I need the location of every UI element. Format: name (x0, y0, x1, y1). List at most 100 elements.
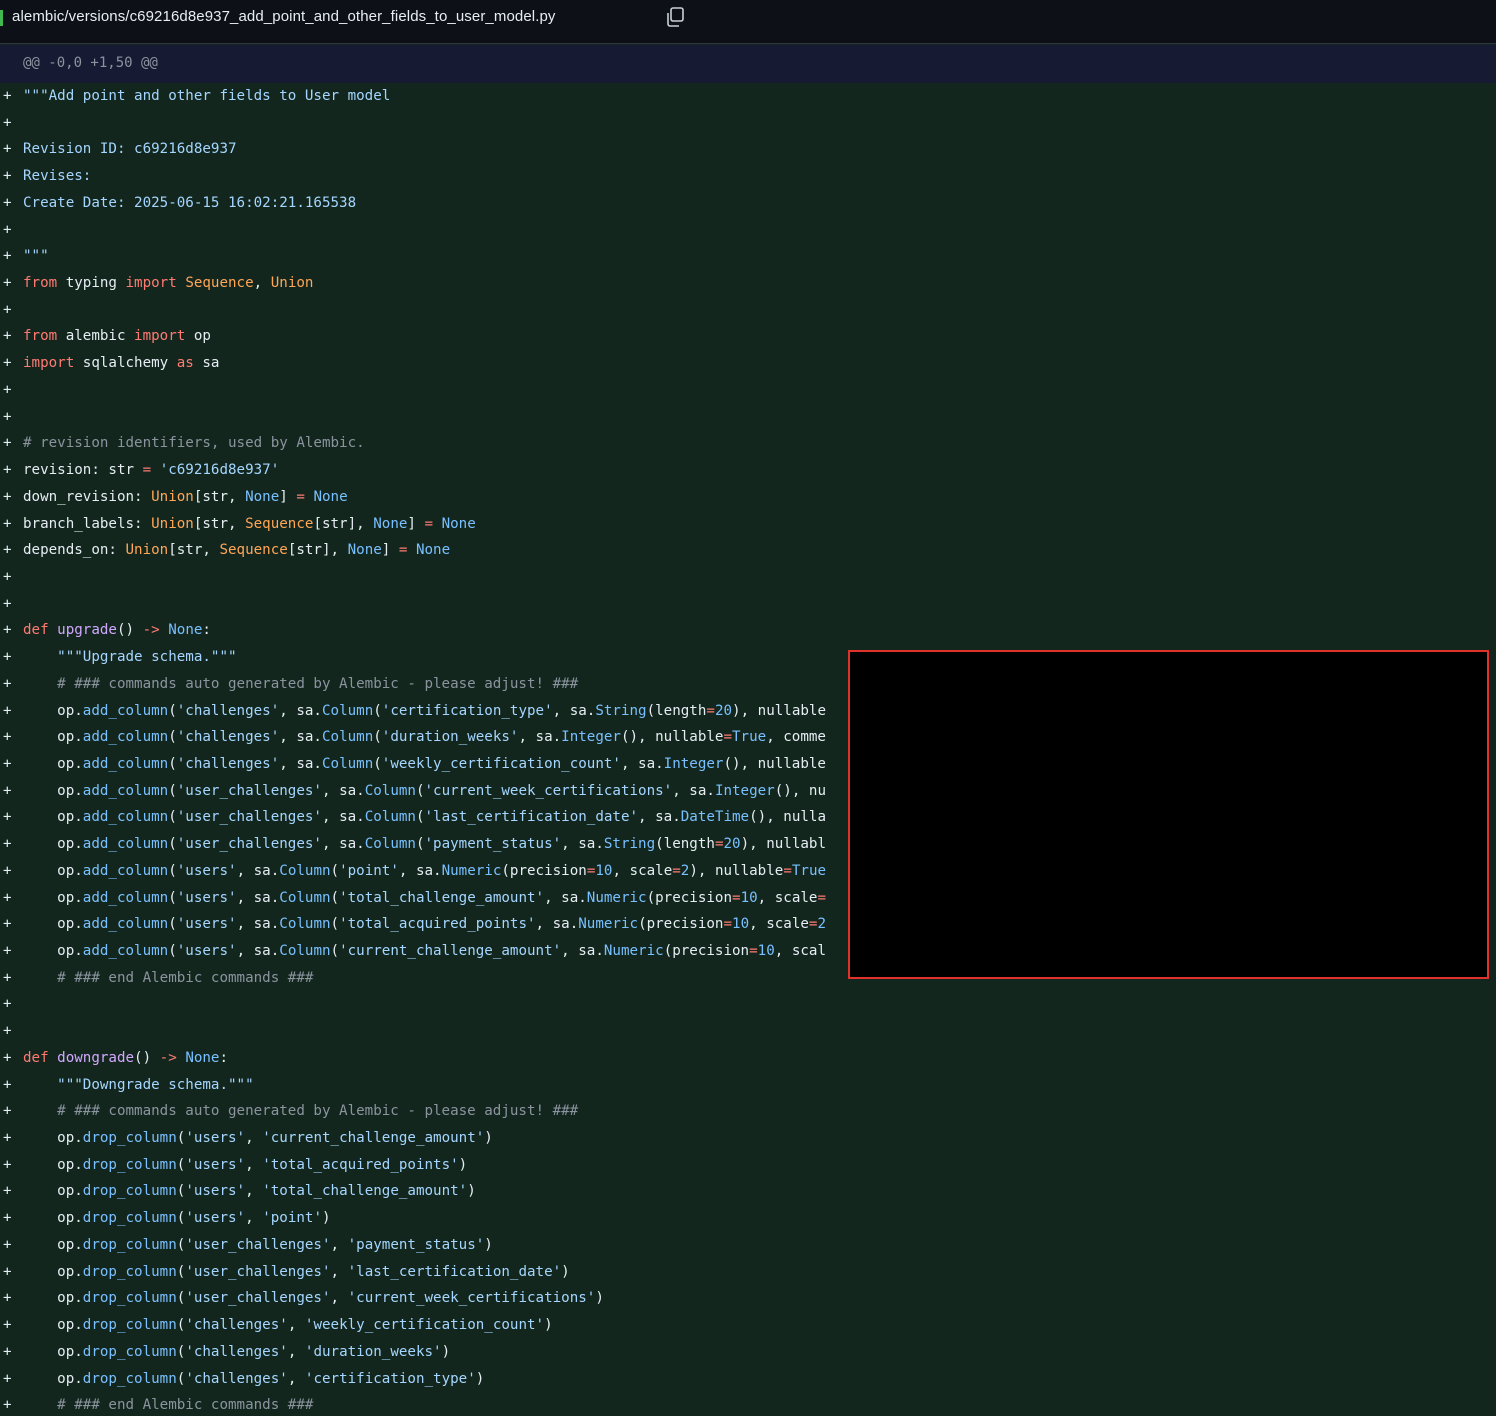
code-token: drop_column (82, 1183, 177, 1200)
code-token: String (595, 702, 647, 719)
code-token: 10 (740, 889, 758, 906)
added-marker: + (3, 141, 12, 158)
code-token: 'users' (185, 1183, 246, 1200)
added-marker: + (3, 996, 12, 1013)
code-token: , (287, 1370, 305, 1387)
diff-line: + op.drop_column('user_challenges', 'pay… (0, 1232, 1496, 1259)
code-token: ) (322, 1210, 331, 1227)
code-token: 'user_challenges' (176, 809, 322, 826)
code-text: op.add_column('user_challenges', sa.Colu… (23, 778, 826, 805)
added-marker: + (3, 1236, 12, 1253)
code-token: , sa. (398, 862, 442, 879)
code-token: 10 (757, 943, 775, 959)
code-token: Column (279, 943, 331, 959)
code-token: ] (407, 515, 425, 532)
code-token: [str, (168, 542, 220, 559)
code-text: op.drop_column('users', 'total_challenge… (23, 1178, 476, 1205)
code-token: 'point' (339, 862, 399, 879)
diff-line: + down_revision: Union[str, None] = None (0, 484, 1496, 511)
code-token: sqlalchemy (74, 355, 177, 372)
code-token: ) (561, 1263, 570, 1280)
code-token: [str, (193, 515, 246, 532)
code-token: Sequence (245, 515, 314, 532)
code-token: Column (364, 809, 416, 826)
code-token: Column (279, 889, 331, 906)
code-token: Union (151, 515, 194, 532)
file-path[interactable]: alembic/versions/c69216d8e937_add_point_… (12, 8, 556, 25)
code-token: downgrade (57, 1049, 135, 1066)
diff-line: + from typing import Sequence, Union (0, 270, 1496, 297)
code-token: Numeric (441, 862, 502, 879)
code-token: ( (330, 862, 340, 879)
code-token: [str], (287, 542, 348, 559)
code-token: down_revision: (23, 488, 152, 505)
added-marker: + (3, 1076, 12, 1093)
code-token: 'user_challenges' (176, 782, 322, 799)
code-token: Sequence (219, 542, 288, 559)
code-text: """Add point and other fields to User mo… (23, 83, 390, 110)
code-token: ( (415, 836, 425, 853)
code-token: ) (484, 1236, 493, 1253)
code-token: None (373, 515, 408, 532)
copy-icon[interactable] (664, 6, 686, 28)
code-token: 'users' (176, 862, 237, 879)
code-token: , sa. (279, 702, 322, 719)
code-text: op.add_column('users', sa.Column('curren… (23, 938, 826, 965)
added-marker: + (3, 1263, 12, 1280)
code-token: # ### end Alembic commands ### (57, 969, 314, 986)
code-token: 'total_challenge_amount' (339, 889, 545, 906)
code-token: , sa. (321, 782, 365, 799)
code-token: None (313, 488, 348, 505)
code-token: # revision identifiers, used by Alembic. (23, 435, 365, 452)
diff-line: + op.drop_column('challenges', 'certific… (0, 1366, 1496, 1393)
added-marker: + (3, 862, 12, 879)
code-token: 2 (817, 916, 827, 933)
added-marker: + (3, 542, 12, 559)
hunk-range: @@ -0,0 +1,50 @@ (23, 55, 158, 71)
diff-line: + import sqlalchemy as sa (0, 350, 1496, 377)
code-token: import (23, 355, 75, 372)
code-text: revision: str = 'c69216d8e937' (23, 457, 279, 484)
code-token: , sa. (279, 755, 322, 772)
code-token: = (672, 862, 681, 879)
code-token: , sa. (544, 889, 587, 906)
code-text: op.add_column('users', sa.Column('total_… (23, 885, 826, 912)
code-text: # ### end Alembic commands ### (23, 965, 313, 992)
added-marker: + (3, 836, 12, 853)
code-token: Column (364, 836, 416, 853)
code-token: # ### commands auto generated by Alembic… (57, 1103, 579, 1120)
added-marker: + (3, 515, 12, 532)
hunk-header: @@ -0,0 +1,50 @@ (0, 45, 1496, 83)
added-marker: + (3, 1049, 12, 1066)
code-token: (), nullable (620, 729, 724, 746)
code-token: """Downgrade schema.""" (57, 1076, 254, 1093)
code-token: ) (484, 1130, 493, 1147)
diff-line: + op.drop_column('users', 'total_acquire… (0, 1152, 1496, 1179)
added-marker: + (3, 1183, 12, 1200)
code-token: 'point' (262, 1210, 322, 1227)
code-token: = (723, 729, 733, 746)
added-marker: + (3, 1343, 12, 1360)
code-token: 'user_challenges' (185, 1263, 331, 1280)
code-token: , (330, 1263, 348, 1280)
code-token: drop_column (82, 1236, 177, 1253)
code-token: op. (23, 729, 83, 746)
code-token: Numeric (586, 889, 647, 906)
code-token: alembic (57, 328, 135, 345)
code-token: 'current_challenge_amount' (339, 943, 562, 959)
code-token: op. (23, 916, 83, 933)
diff-line: + def downgrade() -> None: (0, 1045, 1496, 1072)
code-token: 'users' (185, 1156, 246, 1173)
diff-line: + (0, 1018, 1496, 1045)
added-marker: + (3, 729, 12, 746)
code-token: (precision (638, 916, 724, 933)
code-token: ( (168, 782, 177, 799)
diff-line: + """Downgrade schema.""" (0, 1072, 1496, 1099)
diff-line: + (0, 564, 1496, 591)
code-text: op.add_column('user_challenges', sa.Colu… (23, 831, 826, 858)
code-token: drop_column (82, 1156, 177, 1173)
code-token: (precision (501, 862, 587, 879)
code-text: Revises: (23, 163, 91, 190)
